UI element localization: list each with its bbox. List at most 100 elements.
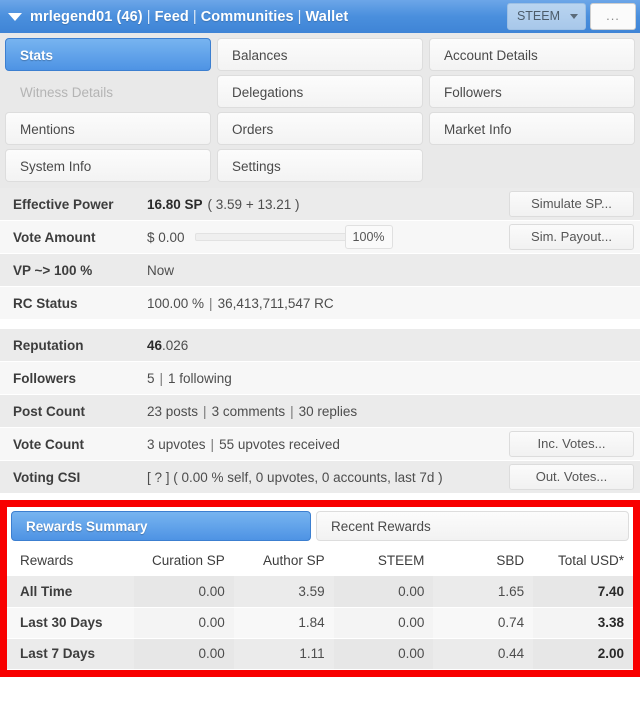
stat-row-rc-status: RC Status 100.00 % | 36,413,711,547 RC bbox=[0, 287, 640, 320]
cell-author-sp: 3.59 bbox=[233, 576, 334, 608]
stat-label: Vote Amount bbox=[13, 229, 96, 245]
tab-recent-rewards[interactable]: Recent Rewards bbox=[316, 511, 629, 541]
outgoing-votes-button[interactable]: Out. Votes... bbox=[509, 464, 634, 490]
cell-author-sp: 1.84 bbox=[233, 607, 334, 639]
stats-block-primary: Effective Power 16.80 SP ( 3.59 + 13.21 … bbox=[0, 188, 640, 320]
row-label: All Time bbox=[7, 576, 134, 608]
cell-sbd: 1.65 bbox=[433, 576, 534, 608]
page-bottom-filler bbox=[0, 676, 640, 688]
followers-count: 5 bbox=[147, 370, 155, 386]
cell-steem: 0.00 bbox=[333, 638, 434, 670]
reputation-whole: 46 bbox=[147, 337, 163, 353]
tab-balances[interactable]: Balances bbox=[217, 38, 423, 71]
stat-row-effective-power: Effective Power 16.80 SP ( 3.59 + 13.21 … bbox=[0, 188, 640, 221]
rewards-table-body: All Time 0.00 3.59 0.00 1.65 7.40 Last 3… bbox=[7, 576, 633, 670]
comments-count: 3 comments bbox=[211, 403, 286, 419]
stat-label: VP ~> 100 % bbox=[13, 262, 93, 278]
stat-row-followers: Followers 5 | 1 following bbox=[0, 362, 640, 395]
more-options-button[interactable]: ... bbox=[590, 3, 636, 30]
top-navigation-bar: mrlegend01 (46) | Feed | Communities | Wallet … bbox=[0, 0, 640, 33]
value-separator: | bbox=[203, 403, 207, 419]
table-header-row: Rewards Curation SP Author SP STEEM SBD … bbox=[7, 545, 633, 576]
rewards-summary-table: Rewards Curation SP Author SP STEEM SBD … bbox=[7, 545, 633, 670]
section-tab-grid: Stats Balances Account Details Witness D… bbox=[0, 33, 640, 188]
sim-payout-button[interactable]: Sim. Payout... bbox=[509, 224, 634, 250]
incoming-votes-button[interactable]: Inc. Votes... bbox=[509, 431, 634, 457]
reputation-decimal: .026 bbox=[162, 337, 189, 353]
tab-placeholder bbox=[429, 149, 635, 182]
cell-curation-sp: 0.00 bbox=[134, 638, 234, 670]
rc-percent: 100.00 % bbox=[147, 295, 205, 311]
stats-block-secondary: Reputation 46 .026 Followers 5 | 1 follo… bbox=[0, 329, 640, 494]
column-header-rewards: Rewards bbox=[7, 545, 134, 576]
stat-label: Reputation bbox=[13, 337, 84, 353]
tab-system-info[interactable]: System Info bbox=[5, 149, 211, 182]
stat-label: Voting CSI bbox=[13, 469, 81, 485]
effective-power-breakdown: ( 3.59 + 13.21 ) bbox=[207, 196, 300, 212]
tab-mentions[interactable]: Mentions bbox=[5, 112, 211, 145]
column-header-steem: STEEM bbox=[333, 545, 434, 576]
nav-separator-2: | bbox=[192, 8, 197, 25]
nav-link-wallet[interactable]: Wallet bbox=[306, 9, 349, 25]
rewards-table-header: Rewards Curation SP Author SP STEEM SBD … bbox=[7, 545, 633, 576]
value-separator: | bbox=[210, 436, 215, 452]
value-separator: | bbox=[209, 295, 213, 311]
tab-settings[interactable]: Settings bbox=[217, 149, 423, 182]
account-name[interactable]: mrlegend01 (46) bbox=[30, 9, 143, 25]
rc-amount: 36,413,711,547 RC bbox=[217, 295, 334, 311]
cell-sbd: 0.74 bbox=[433, 607, 534, 639]
slider-percent-label: 100% bbox=[344, 225, 393, 249]
stat-value: Now bbox=[147, 262, 175, 278]
stat-value: 100.00 % | 36,413,711,547 RC bbox=[147, 296, 640, 311]
replies-count: 30 replies bbox=[298, 403, 358, 419]
column-header-author-sp: Author SP bbox=[233, 545, 334, 576]
currency-select[interactable]: STEEM bbox=[506, 3, 586, 30]
currency-select-label: STEEM bbox=[516, 9, 560, 23]
table-row: All Time 0.00 3.59 0.00 1.65 7.40 bbox=[7, 576, 633, 608]
stat-label: Post Count bbox=[13, 403, 85, 419]
stat-value: 46 .026 bbox=[147, 338, 640, 353]
nav-link-feed[interactable]: Feed bbox=[155, 9, 189, 25]
cell-steem: 0.00 bbox=[333, 607, 434, 639]
value-separator: | bbox=[159, 370, 164, 386]
vote-weight-slider[interactable]: 100% bbox=[194, 225, 393, 249]
tab-orders[interactable]: Orders bbox=[217, 112, 423, 145]
column-header-curation-sp: Curation SP bbox=[134, 545, 234, 576]
posts-count: 23 posts bbox=[147, 403, 199, 419]
simulate-sp-button[interactable]: Simulate SP... bbox=[509, 191, 634, 217]
stat-row-reputation: Reputation 46 .026 bbox=[0, 329, 640, 362]
nav-link-communities[interactable]: Communities bbox=[201, 9, 294, 25]
tab-rewards-summary[interactable]: Rewards Summary bbox=[11, 511, 311, 541]
nav-separator-3: | bbox=[297, 8, 302, 25]
following-count: 1 following bbox=[168, 370, 232, 386]
stat-row-voting-csi: Voting CSI [ ? ] ( 0.00 % self, 0 upvote… bbox=[0, 461, 640, 494]
table-row: Last 7 Days 0.00 1.11 0.00 0.44 2.00 bbox=[7, 638, 633, 670]
cell-total-usd: 7.40 bbox=[533, 576, 633, 608]
effective-power-amount: 16.80 SP bbox=[147, 196, 203, 212]
row-label: Last 7 Days bbox=[7, 638, 134, 670]
nav-separator-1: | bbox=[146, 8, 151, 25]
stat-row-vote-amount: Vote Amount $ 0.00 100% Sim. Payout... bbox=[0, 221, 640, 254]
tab-market-info[interactable]: Market Info bbox=[429, 112, 635, 145]
column-header-total-usd: Total USD* bbox=[533, 545, 633, 576]
stat-label: Effective Power bbox=[13, 196, 114, 212]
value-separator-2: | bbox=[290, 403, 294, 419]
tab-delegations[interactable]: Delegations bbox=[217, 75, 423, 108]
header-controls: STEEM ... bbox=[506, 3, 636, 30]
cell-total-usd: 3.38 bbox=[533, 607, 633, 639]
cell-author-sp: 1.11 bbox=[233, 638, 334, 670]
stat-row-vp-recharge: VP ~> 100 % Now bbox=[0, 254, 640, 287]
tab-followers[interactable]: Followers bbox=[429, 75, 635, 108]
tab-witness-details: Witness Details bbox=[5, 75, 211, 108]
stat-label: RC Status bbox=[13, 295, 78, 311]
tab-account-details[interactable]: Account Details bbox=[429, 38, 635, 71]
stat-row-post-count: Post Count 23 posts | 3 comments | 30 re… bbox=[0, 395, 640, 428]
caret-down-icon[interactable] bbox=[8, 12, 22, 21]
cell-total-usd: 2.00 bbox=[533, 638, 633, 670]
rewards-tab-bar: Rewards Summary Recent Rewards bbox=[7, 507, 633, 545]
tab-stats[interactable]: Stats bbox=[5, 38, 211, 71]
cell-sbd: 0.44 bbox=[433, 638, 534, 670]
vote-amount-value: $ 0.00 bbox=[147, 229, 185, 245]
stat-label: Vote Count bbox=[13, 436, 84, 452]
stat-value: 23 posts | 3 comments | 30 replies bbox=[147, 404, 640, 419]
